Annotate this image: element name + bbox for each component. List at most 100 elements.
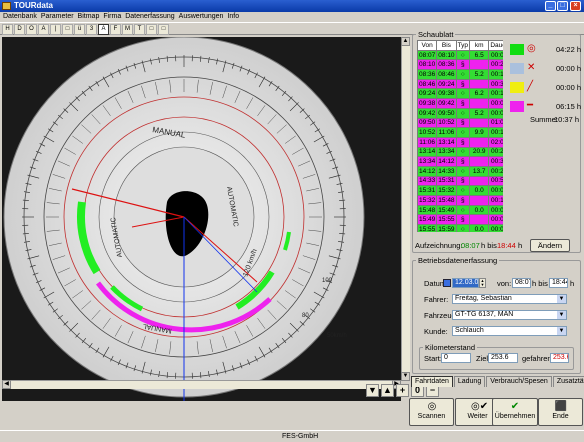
andern-button[interactable]: Ändern — [530, 239, 570, 252]
scroll-up-arrow[interactable]: ▲ — [401, 37, 410, 46]
table-cell-km: 6.5 — [469, 49, 490, 61]
start-input[interactable]: 0 — [441, 353, 471, 363]
table-cell-km: 0.0 — [469, 185, 490, 196]
calendar-icon[interactable] — [443, 279, 451, 287]
table-row[interactable]: 13:1413:34○20.900:20 — [417, 146, 503, 158]
toolbar-button[interactable]: □ — [158, 24, 169, 35]
vertical-scrollbar[interactable]: ▲ ▼ — [401, 37, 410, 381]
table-row[interactable]: 09:3809:42§ 00:04 — [417, 98, 503, 109]
table-row[interactable]: 14:1214:33○13.700:21 — [417, 165, 503, 177]
menu-item[interactable]: Info — [227, 12, 239, 22]
table-cell-typ: § — [455, 136, 471, 148]
maximize-button[interactable]: □ — [557, 1, 568, 11]
kunde-dropdown[interactable]: Schlauch ▼ — [452, 326, 567, 336]
ziel-input[interactable]: 253.6 — [488, 353, 518, 363]
zoom-in-button[interactable]: + — [396, 384, 409, 397]
table-cell-bis: 13:14 — [436, 136, 457, 148]
fahrer-dropdown[interactable]: Freitag, Sebastian ▼ — [452, 294, 567, 304]
scannen-button[interactable]: ◎ Scannen — [409, 398, 454, 426]
toolbar-button[interactable]: A — [38, 24, 49, 35]
table-row[interactable]: 11:0613:14§ 02:08 — [417, 136, 503, 148]
table-row[interactable]: 15:3115:32○0.000:01 — [417, 185, 503, 196]
table-row[interactable]: 08:4609:24§ 00:38 — [417, 78, 503, 90]
legend-value: 00:00 h — [556, 83, 582, 92]
table-cell-dauer: 00:16 — [488, 195, 503, 206]
table-row[interactable]: 14:3315:31§ 00:58 — [417, 175, 503, 187]
menu-item[interactable]: Bitmap — [78, 12, 100, 22]
table-cell-bis: 09:50 — [436, 107, 457, 119]
table-row[interactable]: 13:3414:12§ 00:38 — [417, 156, 503, 167]
table-row[interactable]: 09:2409:38○6.200:14 — [417, 88, 503, 100]
von-input[interactable]: 08:07 — [512, 278, 531, 288]
table-cell-dauer: 00:26 — [488, 59, 503, 71]
toolbar-button[interactable]: T — [134, 24, 145, 35]
horizontal-scrollbar[interactable]: ◀ ▶ — [2, 380, 401, 389]
tab-1[interactable]: Ladung — [453, 376, 486, 387]
toolbar-button[interactable]: | — [50, 24, 61, 35]
ubernehmen-button[interactable]: ✔ Übernehmen — [492, 398, 538, 426]
toolbar-button[interactable]: M — [122, 24, 133, 35]
bis-input[interactable]: 18:44 — [549, 278, 568, 288]
close-button[interactable]: × — [570, 1, 581, 11]
minimize-button[interactable]: _ — [545, 1, 556, 11]
menu-item[interactable]: Parameter — [41, 12, 74, 22]
datum-spinner[interactable]: ▲ ▼ — [479, 278, 486, 288]
gefahren-label: gefahren: — [522, 354, 554, 363]
toolbar-button[interactable]: O — [26, 24, 37, 35]
table-cell-typ: ○ — [455, 69, 471, 80]
table-cell-bis: 15:32 — [436, 185, 457, 196]
toolbar-button[interactable]: 3 — [86, 24, 97, 35]
schaublatt-table: VonBisTypkmDauer 08:0708:10○6.500:0308:1… — [417, 40, 503, 232]
toolbar-button[interactable]: F — [110, 24, 121, 35]
menu-item[interactable]: Firma — [103, 12, 121, 22]
table-row[interactable]: 10:5211:06○9.900:14 — [417, 127, 503, 138]
menu-item[interactable]: Auswertungen — [179, 12, 224, 22]
tachograph-disc-view[interactable]: MANUAL AUTOMATIC MANUAL AUTOMATIC 120 km… — [2, 37, 401, 401]
table-cell-von: 09:42 — [417, 107, 438, 119]
chevron-down-icon[interactable]: ▼ — [557, 311, 566, 319]
table-row[interactable]: 09:4209:50○5.200:08 — [417, 107, 503, 119]
table-row[interactable]: 08:1008:36§ 00:26 — [417, 59, 503, 71]
table-row[interactable]: 15:5515:59○0.000:04 — [417, 224, 503, 232]
ende-button[interactable]: ⬛ Ende — [538, 398, 583, 426]
table-row[interactable]: 08:3608:46○5.200:10 — [417, 69, 503, 80]
disc-label-50kmh: 50km/h — [327, 333, 347, 339]
table-row[interactable]: 15:3215:48§ 00:16 — [417, 195, 503, 206]
tab-3[interactable]: Zusatztätigkeit — [552, 376, 584, 387]
table-row[interactable]: 09:5010:52§ 01:02 — [417, 117, 503, 129]
toolbar-button[interactable]: D — [14, 24, 25, 35]
fahrzeug-dropdown[interactable]: GT-TG 6137, MAN ▼ — [452, 310, 567, 320]
start-label: Start: — [424, 354, 442, 363]
table-cell-bis: 09:42 — [436, 98, 457, 109]
table-cell-dauer: 00:38 — [488, 78, 503, 90]
table-cell-von: 15:55 — [417, 224, 438, 232]
datum-input[interactable]: 12.03.02 — [452, 278, 479, 288]
menu-item[interactable]: Datenerfassung — [125, 12, 174, 22]
toolbar-button[interactable]: ü — [74, 24, 85, 35]
rotate-up-button[interactable]: ▲ — [381, 384, 394, 397]
table-row[interactable]: 15:4815:49○0.000:01 — [417, 204, 503, 216]
table-cell-von: 09:38 — [417, 98, 438, 109]
tab-2[interactable]: Verbrauch/Spesen — [486, 376, 552, 387]
scroll-down-arrow[interactable]: ▼ — [401, 372, 410, 381]
toolbar-button[interactable]: H — [2, 24, 13, 35]
toolbar-button[interactable]: □ — [62, 24, 73, 35]
tab-0[interactable]: Fahrtdaten — [411, 376, 453, 387]
menu-item[interactable]: Datenbank — [3, 12, 37, 22]
aufzeichnung-h: h — [518, 241, 523, 250]
table-cell-km: 5.2 — [469, 107, 490, 119]
rotate-down-button[interactable]: ▼ — [366, 384, 379, 397]
chevron-down-icon[interactable]: ▼ — [557, 327, 566, 335]
toolbar-button[interactable]: A — [98, 24, 109, 35]
table-cell-von: 15:31 — [417, 185, 438, 196]
table-cell-bis: 14:33 — [436, 165, 457, 177]
table-cell-von: 15:48 — [417, 204, 438, 216]
chevron-down-icon[interactable]: ▼ — [557, 295, 566, 303]
fahrer-value: Freitag, Sebastian — [455, 295, 512, 302]
table-row[interactable]: 08:0708:10○6.500:03 — [417, 49, 503, 61]
schaublatt-table-container[interactable]: VonBisTypkmDauer 08:0708:10○6.500:0308:1… — [417, 40, 503, 232]
fahrer-label: Fahrer: — [424, 295, 449, 304]
table-row[interactable]: 15:4915:55§ 00:06 — [417, 214, 503, 226]
toolbar-button[interactable]: □ — [146, 24, 157, 35]
scroll-left-arrow[interactable]: ◀ — [2, 380, 11, 389]
